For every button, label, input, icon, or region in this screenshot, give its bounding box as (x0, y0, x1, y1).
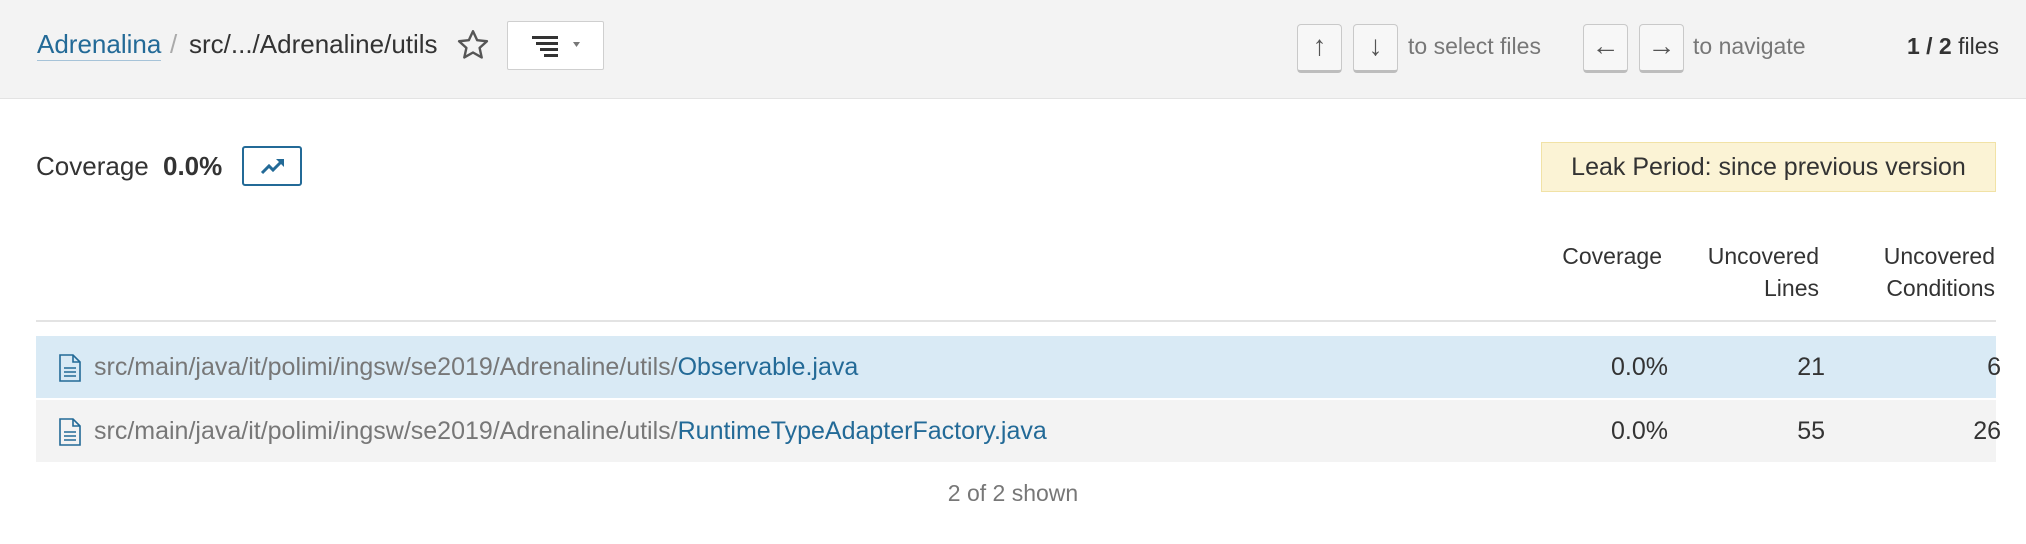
column-header-uncovered-lines[interactable]: Uncovered Lines (1708, 240, 1819, 304)
view-mode-dropdown[interactable] (507, 21, 604, 70)
key-up[interactable]: ↑ (1297, 24, 1342, 73)
file-name: RuntimeTypeAdapterFactory.java (677, 417, 1047, 445)
file-name: Observable.java (677, 353, 859, 381)
key-right[interactable]: → (1639, 24, 1684, 73)
cell-uncovered-lines[interactable]: 21 (1797, 351, 1825, 383)
breadcrumb-project-link[interactable]: Adrenalina (37, 28, 162, 61)
table-row[interactable]: src/main/java/it/polimi/ingsw/se2019/Adr… (36, 336, 2001, 398)
breadcrumb-separator: / (170, 29, 178, 59)
key-down[interactable]: ↓ (1353, 24, 1398, 73)
file-directory: src/main/java/it/polimi/ingsw/se2019/Adr… (94, 353, 678, 381)
navigate-hint: to navigate (1693, 33, 1806, 59)
file-icon (59, 354, 81, 382)
file-icon (59, 418, 81, 446)
column-header-coverage[interactable]: Coverage (1562, 240, 1662, 272)
cell-uncovered-conditions[interactable]: 26 (1973, 415, 2001, 447)
cell-uncovered-conditions[interactable]: 6 (1987, 351, 2001, 383)
star-outline-icon[interactable] (455, 27, 491, 63)
file-directory: src/main/java/it/polimi/ingsw/se2019/Adr… (94, 417, 678, 445)
file-link[interactable]: src/main/java/it/polimi/ingsw/se2019/Adr… (94, 415, 1047, 447)
table-row[interactable]: src/main/java/it/polimi/ingsw/se2019/Adr… (36, 400, 2001, 462)
chevron-down-icon (573, 42, 580, 47)
key-left[interactable]: ← (1583, 24, 1628, 73)
coverage-value: 0.0% (163, 151, 223, 181)
trend-chart-icon (260, 159, 284, 175)
files-counter-value: 1 / 2 (1906, 33, 1952, 59)
tree-list-icon (532, 36, 580, 57)
select-files-hint: to select files (1408, 33, 1541, 59)
breadcrumb-path: src/.../Adrenaline/utils (189, 29, 438, 59)
table-header-divider (36, 320, 1996, 322)
cell-uncovered-lines[interactable]: 55 (1797, 415, 1825, 447)
shown-count: 2 of 2 shown (947, 480, 1079, 506)
files-counter: 1 / 2 files (1907, 31, 1999, 61)
cell-coverage: 0.0% (1611, 353, 1668, 381)
top-bar: Adrenalina / src/.../Adrenaline/utils ↑ … (0, 0, 2026, 99)
coverage-label: Coverage (36, 151, 149, 181)
leak-period-badge: Leak Period: since previous version (1541, 142, 1996, 192)
column-header-uncovered-conditions[interactable]: Uncovered Conditions (1884, 240, 1995, 304)
files-counter-label: files (1958, 33, 1999, 59)
cell-coverage: 0.0% (1611, 417, 1668, 445)
coverage-history-button[interactable] (242, 146, 302, 186)
file-link[interactable]: src/main/java/it/polimi/ingsw/se2019/Adr… (94, 351, 858, 383)
